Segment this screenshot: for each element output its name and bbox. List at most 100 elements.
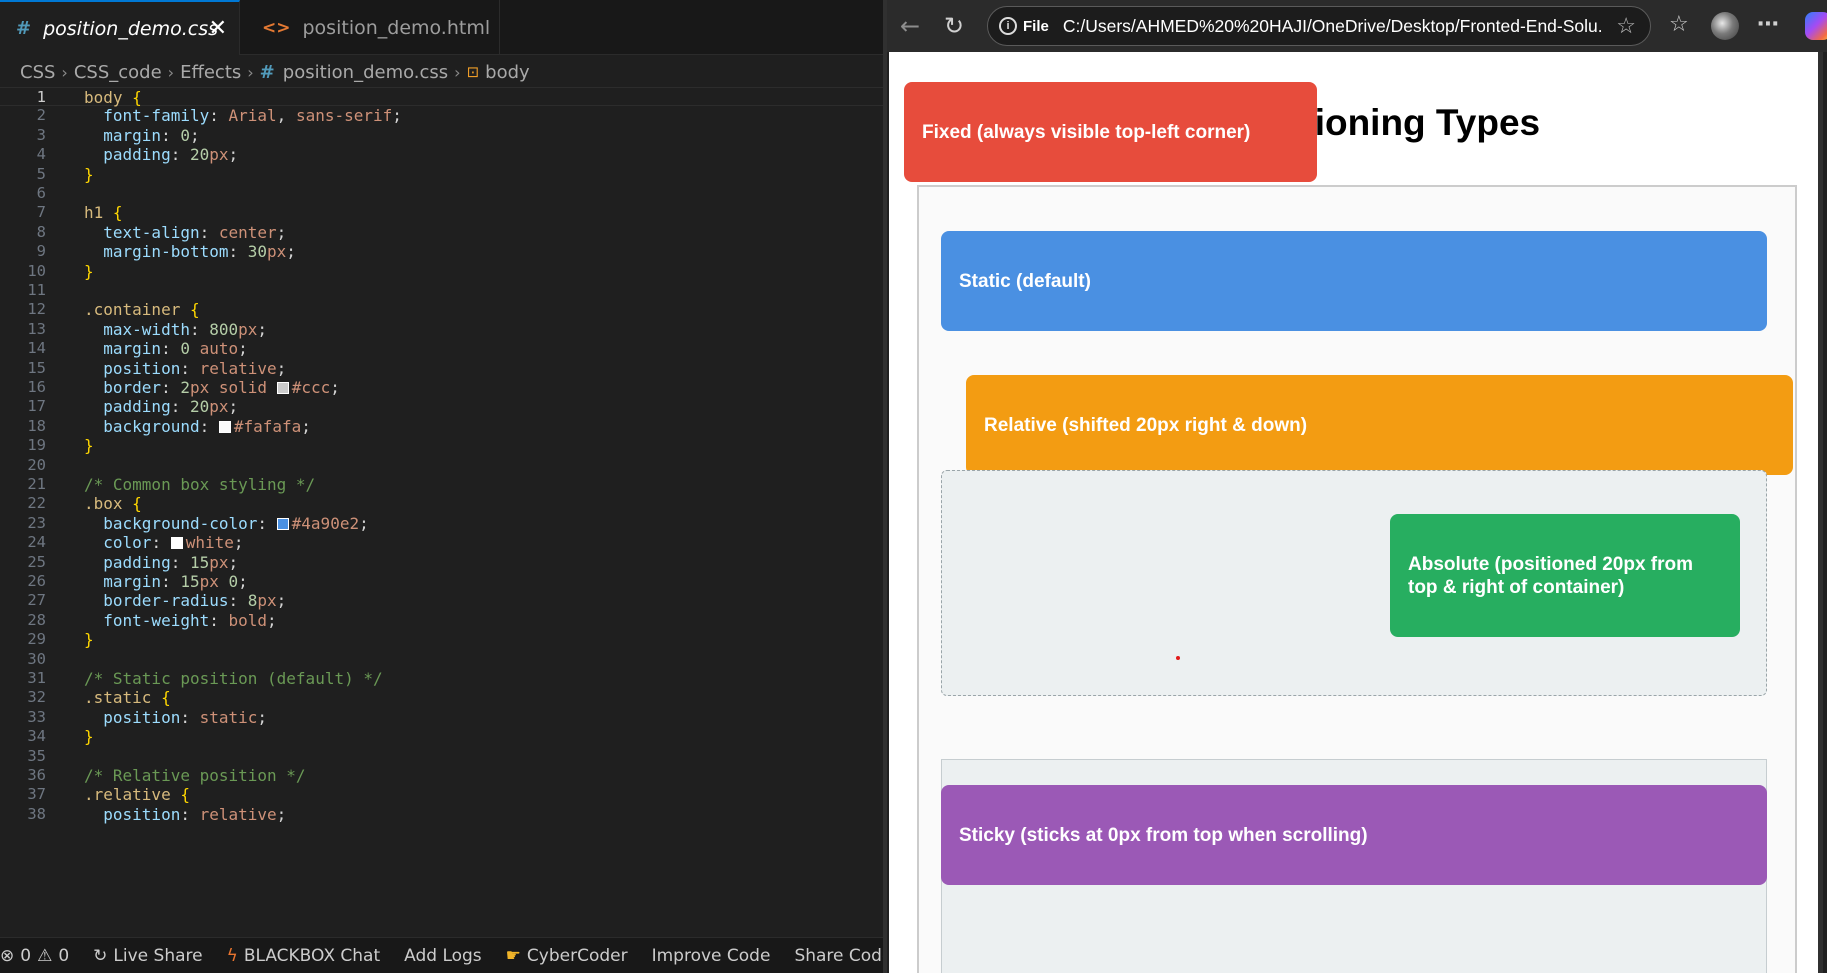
code-line[interactable]: 37 .relative {: [0, 785, 883, 804]
color-swatch[interactable]: [170, 537, 183, 550]
code-line[interactable]: 16 border: 2px solid #ccc;: [0, 378, 883, 397]
cybercoder-button[interactable]: ☛ CyberCoder: [506, 946, 628, 966]
close-tab-icon[interactable]: ✕: [209, 16, 227, 41]
code-line[interactable]: 5}: [0, 165, 883, 184]
code-line[interactable]: 11: [0, 281, 883, 300]
code-line[interactable]: 15 position: relative;: [0, 359, 883, 378]
line-number: 17: [27, 397, 46, 416]
code-text: font-family: Arial, sans-serif;: [84, 106, 402, 126]
code-line[interactable]: 33 position: static;: [0, 708, 883, 727]
back-arrow-icon[interactable]: ←: [895, 11, 925, 41]
code-line[interactable]: 30: [0, 650, 883, 669]
code-area[interactable]: 1 body {2 font-family: Arial, sans-serif;…: [0, 87, 883, 937]
live-share-button[interactable]: ↻ Live Share: [93, 946, 202, 966]
code-line[interactable]: 9 margin-bottom: 30px;: [0, 242, 883, 261]
code-line[interactable]: 17 padding: 20px;: [0, 397, 883, 416]
color-swatch[interactable]: [276, 517, 289, 530]
code-line[interactable]: 8 text-align: center;: [0, 223, 883, 242]
breadcrumb-item-css[interactable]: CSS: [20, 62, 55, 83]
breadcrumb-item-symbol[interactable]: body: [485, 62, 530, 83]
line-number: 20: [27, 455, 46, 474]
code-text: position: relative;: [84, 358, 287, 378]
tab-position-demo-html[interactable]: <> position_demo.html: [240, 0, 500, 55]
code-text: margin: 0 auto;: [84, 339, 248, 359]
static-box: Static (default): [941, 231, 1767, 331]
chevron-right-icon: ›: [247, 62, 254, 82]
favorites-icon[interactable]: ☆: [1669, 12, 1689, 37]
code-line[interactable]: 35: [0, 747, 883, 766]
code-line[interactable]: 27 border-radius: 8px;: [0, 591, 883, 610]
code-line[interactable]: 13 max-width: 800px;: [0, 320, 883, 339]
code-line[interactable]: 32 .static {: [0, 688, 883, 707]
breadcrumb-item-effects[interactable]: Effects: [180, 62, 241, 83]
code-text: .static {: [84, 688, 171, 708]
code-line[interactable]: 4 padding: 20px;: [0, 145, 883, 164]
code-line[interactable]: 6: [0, 184, 883, 203]
breadcrumb-item-file[interactable]: position_demo.css: [283, 62, 448, 83]
code-line[interactable]: 1 body {: [0, 87, 883, 107]
code-text: border: 2px solid #ccc;: [84, 378, 340, 397]
avatar[interactable]: [1711, 12, 1739, 40]
code-line[interactable]: 10}: [0, 262, 883, 281]
copilot-icon[interactable]: [1805, 12, 1827, 40]
code-line[interactable]: 29}: [0, 630, 883, 649]
line-number: 30: [27, 649, 46, 668]
code-line[interactable]: 21 /* Common box styling */: [0, 475, 883, 494]
page-viewport[interactable]: CSS Positioning Types Static (default) R…: [889, 52, 1823, 973]
line-number: 19: [27, 436, 46, 455]
code-line[interactable]: 14 margin: 0 auto;: [0, 339, 883, 358]
relative-box: Relative (shifted 20px right & down): [966, 375, 1793, 475]
symbol-icon: ⊡: [466, 63, 480, 81]
code-line[interactable]: 7 h1 {: [0, 203, 883, 222]
reload-icon[interactable]: ↻: [939, 11, 969, 41]
add-logs-button[interactable]: Add Logs: [404, 946, 482, 966]
code-text: text-align: center;: [84, 222, 287, 242]
code-line[interactable]: 26 margin: 15px 0;: [0, 572, 883, 591]
code-text: color: white;: [84, 533, 244, 553]
code-line[interactable]: 28 font-weight: bold;: [0, 611, 883, 630]
pointing-hand-icon: ☛: [505, 945, 521, 966]
status-label: Add Logs: [404, 945, 482, 966]
blackbox-chat-button[interactable]: ϟ BLACKBOX Chat: [227, 946, 381, 966]
more-menu-icon[interactable]: ⋯: [1757, 12, 1780, 37]
star-icon[interactable]: ☆: [1616, 13, 1636, 39]
code-line[interactable]: 19}: [0, 436, 883, 455]
line-number: 4: [36, 145, 46, 164]
code-text: /* Relative position */: [84, 766, 306, 785]
code-line[interactable]: 34}: [0, 727, 883, 746]
code-text: font-weight: bold;: [84, 610, 277, 630]
improve-code-button[interactable]: Improve Code: [652, 946, 771, 966]
editor-tab-bar: # position_demo.css ✕ <> position_demo.h…: [0, 0, 883, 55]
address-bar[interactable]: i File C:/Users/AHMED%20%20HAJI/OneDrive…: [987, 6, 1651, 46]
code-text: border-radius: 8px;: [84, 591, 287, 611]
tab-position-demo-css[interactable]: # position_demo.css ✕: [0, 0, 240, 55]
code-line[interactable]: 23 background-color: #4a90e2;: [0, 514, 883, 533]
line-number: 15: [27, 358, 46, 377]
code-text: margin-bottom: 30px;: [84, 242, 296, 262]
share-code-link-button[interactable]: Share Code Link: [794, 946, 883, 966]
status-bar: ⊗ 0 ⚠ 0 ↻ Live Share ϟ BLACKBOX Chat Add…: [0, 937, 883, 973]
code-line[interactable]: 25 padding: 15px;: [0, 553, 883, 572]
code-line[interactable]: 24 color: white;: [0, 533, 883, 552]
status-label: BLACKBOX Chat: [243, 945, 381, 966]
code-line[interactable]: 12 .container {: [0, 300, 883, 319]
problems-indicator[interactable]: ⊗ 0 ⚠ 0: [0, 946, 69, 966]
line-number: 32: [27, 688, 46, 707]
color-swatch[interactable]: [218, 420, 231, 433]
code-line[interactable]: 38 position: relative;: [0, 805, 883, 824]
code-line[interactable]: 22 .box {: [0, 494, 883, 513]
code-line[interactable]: 20: [0, 456, 883, 475]
breadcrumb-item-css-code[interactable]: CSS_code: [74, 62, 162, 83]
html-file-icon: <>: [262, 17, 291, 38]
code-line[interactable]: 31 /* Static position (default) */: [0, 669, 883, 688]
error-count: 0: [20, 945, 32, 966]
css-file-icon: #: [16, 18, 32, 39]
info-icon[interactable]: i: [999, 17, 1017, 35]
code-line[interactable]: 36 /* Relative position */: [0, 766, 883, 785]
code-line[interactable]: 18 background: #fafafa;: [0, 417, 883, 436]
url-text[interactable]: C:/Users/AHMED%20%20HAJI/OneDrive/Deskto…: [1063, 16, 1603, 37]
code-line[interactable]: 2 font-family: Arial, sans-serif;: [0, 106, 883, 125]
line-number: 10: [27, 261, 46, 280]
code-line[interactable]: 3 margin: 0;: [0, 126, 883, 145]
color-swatch[interactable]: [276, 382, 289, 394]
